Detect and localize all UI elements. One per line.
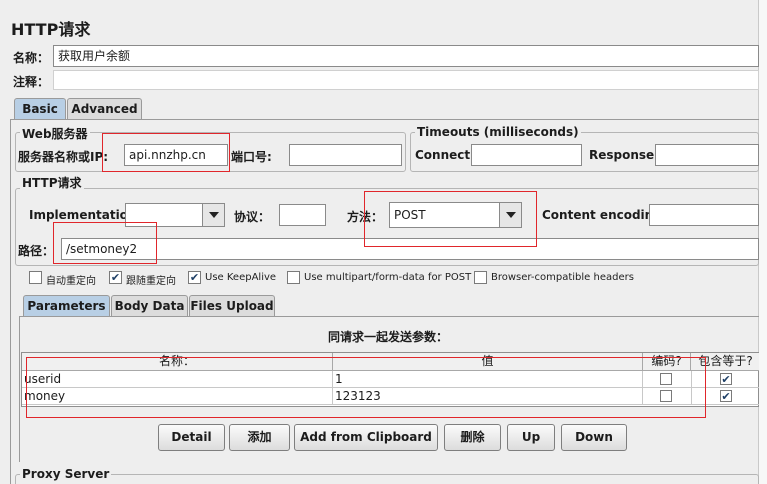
name-label: 名称： bbox=[13, 51, 50, 65]
implementation-dropdown[interactable] bbox=[202, 204, 224, 226]
page-title: HTTP请求 bbox=[11, 20, 91, 39]
chevron-down-icon bbox=[208, 212, 219, 218]
content-encoding-label: Content encoding: bbox=[542, 208, 667, 222]
content-encoding-input[interactable] bbox=[649, 204, 759, 226]
tab-files-upload[interactable]: Files Upload bbox=[189, 295, 275, 317]
path-label: 路径： bbox=[18, 244, 55, 258]
tab-advanced[interactable]: Advanced bbox=[67, 98, 142, 120]
up-button[interactable]: Up bbox=[507, 424, 555, 451]
tab-body-data[interactable]: Body Data bbox=[111, 295, 188, 317]
timeouts-title: Timeouts (milliseconds) bbox=[415, 125, 581, 139]
auto-redirect-checkbox[interactable] bbox=[29, 271, 42, 284]
port-input[interactable] bbox=[289, 144, 402, 166]
comment-input[interactable] bbox=[53, 70, 759, 90]
browser-headers-label: Browser-compatible headers bbox=[491, 272, 634, 283]
port-label: 端口号: bbox=[231, 150, 272, 164]
annotation-box-params bbox=[26, 357, 706, 418]
browser-headers-checkbox[interactable] bbox=[474, 271, 487, 284]
detail-button[interactable]: Detail bbox=[158, 424, 225, 451]
multipart-checkbox[interactable] bbox=[287, 271, 300, 284]
response-label: Response: bbox=[589, 148, 659, 162]
include-equals-checkbox[interactable]: ✔ bbox=[720, 373, 732, 385]
connect-input[interactable] bbox=[471, 144, 582, 166]
protocol-input[interactable] bbox=[279, 204, 326, 226]
scrollbar-track[interactable] bbox=[759, 0, 767, 484]
comment-label: 注释： bbox=[13, 75, 50, 89]
proxy-server-group bbox=[15, 474, 759, 484]
http-request-title: HTTP请求 bbox=[20, 174, 84, 191]
follow-redirect-checkbox[interactable]: ✔ bbox=[109, 271, 122, 284]
protocol-label: 协议： bbox=[234, 210, 271, 224]
annotation-box-method bbox=[364, 191, 537, 247]
add-from-clipboard-button[interactable]: Add from Clipboard bbox=[294, 424, 438, 451]
include-equals-checkbox[interactable]: ✔ bbox=[720, 390, 732, 402]
add-button[interactable]: 添加 bbox=[229, 424, 290, 451]
annotation-box-host bbox=[102, 133, 230, 172]
keepalive-checkbox[interactable]: ✔ bbox=[188, 271, 201, 284]
tab-basic[interactable]: Basic bbox=[14, 98, 66, 120]
connect-label: Connect: bbox=[415, 148, 475, 162]
delete-button[interactable]: 删除 bbox=[444, 424, 501, 451]
auto-redirect-label: 自动重定向 bbox=[46, 276, 96, 287]
web-server-title: Web服务器 bbox=[20, 125, 90, 142]
multipart-label: Use multipart/form-data for POST bbox=[304, 272, 472, 283]
down-button[interactable]: Down bbox=[561, 424, 627, 451]
http-request-panel: HTTP请求 名称： 获取用户余额 注释： Basic Advanced Web… bbox=[0, 0, 760, 484]
response-input[interactable] bbox=[655, 144, 759, 166]
name-input[interactable]: 获取用户余额 bbox=[53, 45, 759, 67]
host-label: 服务器名称或IP: bbox=[18, 150, 109, 164]
tab-parameters[interactable]: Parameters bbox=[23, 295, 110, 317]
proxy-server-title: Proxy Server bbox=[20, 467, 112, 481]
keepalive-label: Use KeepAlive bbox=[205, 272, 277, 283]
annotation-box-path bbox=[53, 222, 157, 264]
params-caption: 同请求一起发送参数： bbox=[328, 330, 449, 344]
follow-redirect-label: 跟随重定向 bbox=[126, 276, 176, 287]
